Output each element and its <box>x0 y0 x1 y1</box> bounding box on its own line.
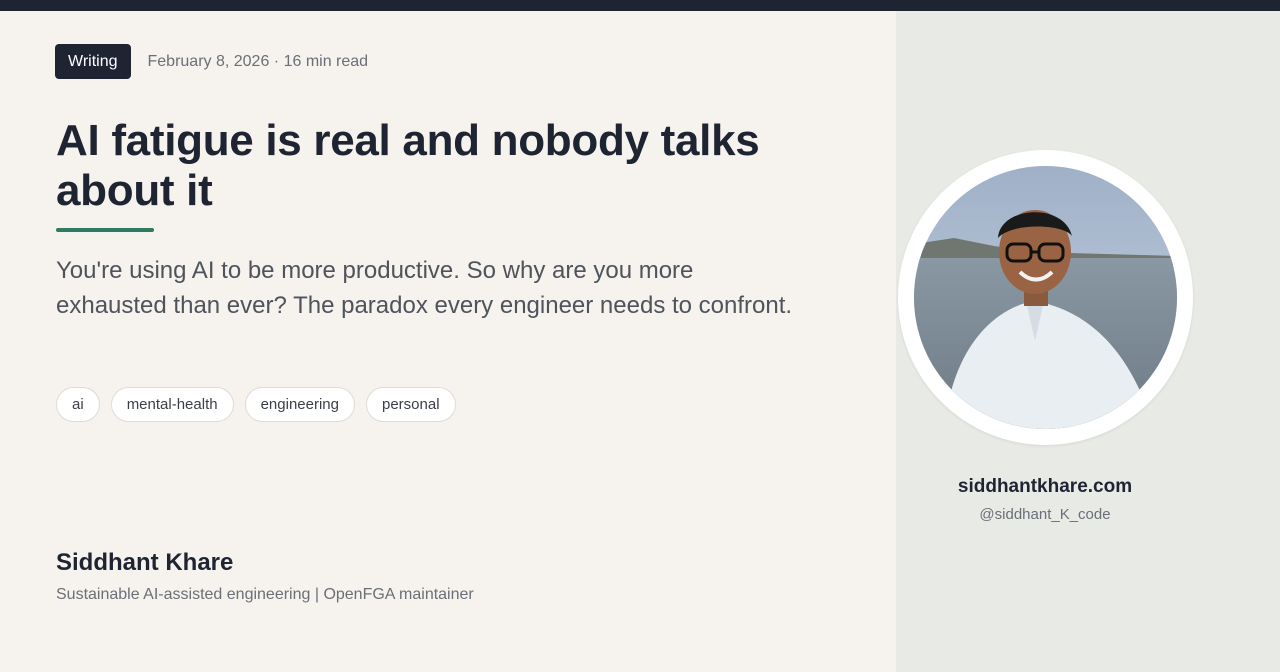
author-bio: Sustainable AI-assisted engineering | Op… <box>56 586 474 603</box>
tag-personal[interactable]: personal <box>365 387 456 422</box>
author-photo-icon <box>914 166 1177 429</box>
tag-engineering[interactable]: engineering <box>244 387 355 422</box>
author-name: Siddhant Khare <box>56 549 234 576</box>
post-meta: Writing February 8, 2026 · 16 min read <box>55 44 368 79</box>
tag-ai[interactable]: ai <box>56 387 100 422</box>
post-title: AI fatigue is real and nobody talks abou… <box>56 116 760 215</box>
post-date-readtime: February 8, 2026 · 16 min read <box>147 52 369 70</box>
avatar <box>898 150 1193 445</box>
author-handle[interactable]: @siddhant_K_code <box>896 506 1194 523</box>
tag-mental-health[interactable]: mental-health <box>110 387 234 422</box>
top-bar <box>0 0 1280 11</box>
author-site[interactable]: siddhantkhare.com <box>896 476 1194 498</box>
category-badge[interactable]: Writing <box>55 44 131 79</box>
post-subtitle: You're using AI to be more productive. S… <box>56 257 793 319</box>
accent-divider <box>56 228 154 232</box>
tag-list: ai mental-health engineering personal <box>56 387 456 422</box>
